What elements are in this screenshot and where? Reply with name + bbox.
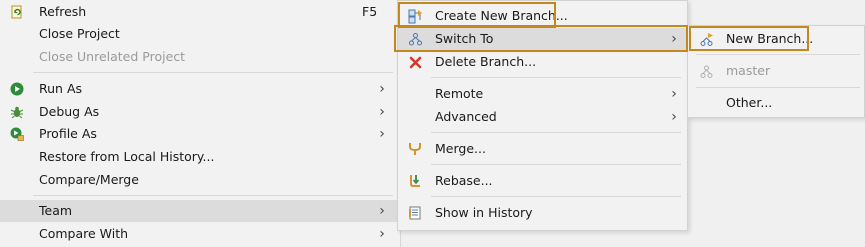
menu-item-other[interactable]: Other... [688,92,864,114]
menu-item-label: Close Unrelated Project [39,49,186,64]
menu-item-label: Advanced [435,109,497,124]
chevron-right-icon: › [379,126,385,142]
menu-item-label: Show in History [435,205,533,220]
menu-item-label: Merge... [435,141,486,156]
menu-item-label: Close Project [39,26,120,41]
menu-separator [33,195,393,196]
menu-item-label: Debug As [39,104,100,119]
menu-item-label: Profile As [39,126,97,141]
menu-item-label: Restore from Local History... [39,149,215,164]
menu-item-run-as[interactable]: Run As › [0,78,400,100]
menu-item-merge[interactable]: Merge... [398,138,687,160]
profile-icon [9,126,25,142]
menu-separator [696,54,860,55]
menu-item-show-in-history[interactable]: Show in History [398,202,687,224]
menu-item-label: master [726,63,771,78]
merge-icon [407,141,423,157]
menu-item-team[interactable]: Team › [0,200,400,222]
context-menu: Refresh F5 Close Project Close Unrelated… [0,0,401,247]
menu-item-debug-as[interactable]: Debug As › [0,101,400,123]
highlight-switch-to [394,25,688,52]
menu-item-label: Rebase... [435,173,493,188]
menu-item-refresh[interactable]: Refresh F5 [0,1,400,23]
chevron-right-icon: › [671,86,677,102]
chevron-right-icon: › [379,226,385,242]
history-icon [407,205,423,221]
menu-item-restore-local-history[interactable]: Restore from Local History... [0,146,400,168]
menu-item-advanced[interactable]: Advanced › [398,106,687,128]
menu-separator [431,164,681,165]
menu-item-label: Team [39,203,73,218]
delete-x-icon [407,54,423,70]
menu-item-profile-as[interactable]: Profile As › [0,123,400,145]
refresh-icon [9,4,25,20]
menu-item-label: Other... [726,95,773,110]
menu-item-label: Delete Branch... [435,54,537,69]
menu-separator [431,77,681,78]
chevron-right-icon: › [379,104,385,120]
menu-item-label: Compare/Merge [39,172,139,187]
menu-item-compare-with[interactable]: Compare With › [0,223,400,245]
menu-item-label: Run As [39,81,83,96]
menu-item-close-project[interactable]: Close Project [0,23,400,45]
menu-item-remote[interactable]: Remote › [398,83,687,105]
menu-item-master: master [688,60,864,82]
menu-item-label: Compare With [39,226,129,241]
menu-item-delete-branch[interactable]: Delete Branch... [398,51,687,73]
shortcut-label: F5 [362,4,378,19]
menu-separator [696,87,860,88]
menu-separator [431,196,681,197]
menu-item-label: Remote [435,86,484,101]
highlight-new-branch [689,26,809,51]
menu-item-close-unrelated-project: Close Unrelated Project [0,46,400,68]
branch-icon [698,63,714,79]
menu-item-compare-merge[interactable]: Compare/Merge [0,169,400,191]
menu-separator [33,72,393,73]
menu-separator [431,132,681,133]
chevron-right-icon: › [671,109,677,125]
menu-item-label: Refresh [39,4,87,19]
menu-item-rebase[interactable]: Rebase... [398,170,687,192]
chevron-right-icon: › [379,81,385,97]
debug-bug-icon [9,104,25,120]
run-icon [9,81,25,97]
chevron-right-icon: › [379,203,385,219]
rebase-icon [407,173,423,189]
